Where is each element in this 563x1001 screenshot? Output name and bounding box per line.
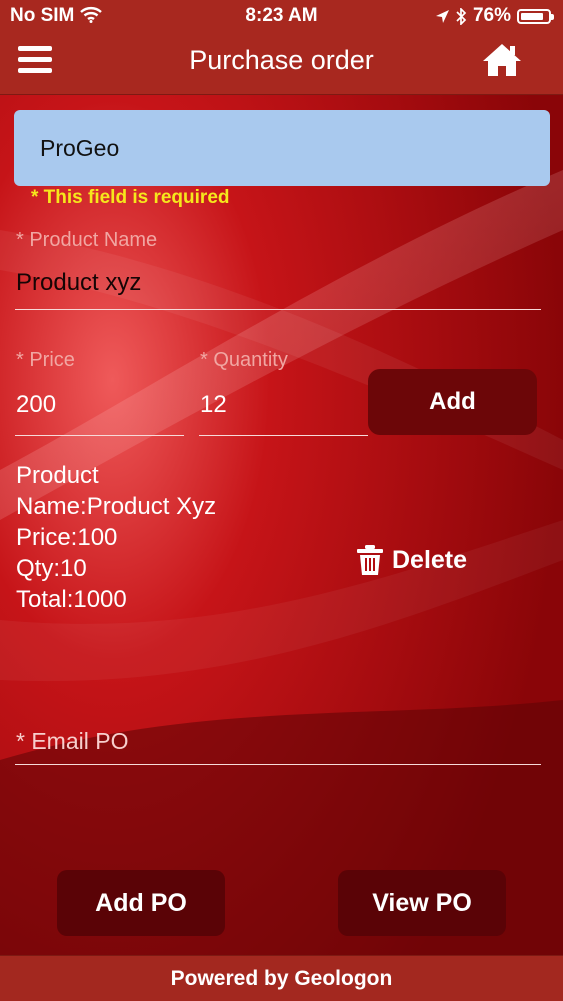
add-po-button[interactable]: Add PO [57,870,225,936]
trash-icon [357,545,383,575]
home-icon[interactable] [481,42,523,78]
product-qty-line: Qty:10 [16,555,87,582]
product-name-underline [15,309,541,310]
view-po-button[interactable]: View PO [338,870,506,936]
battery-icon [517,8,554,24]
page-title: Purchase order [189,45,374,75]
location-arrow-icon [435,9,449,23]
product-name-label: * Product Name [16,229,158,251]
quantity-label: * Quantity [200,349,288,371]
bluetooth-icon [456,7,467,25]
price-label: * Price [16,349,75,371]
email-po-field[interactable]: * Email PO [16,728,128,755]
company-field[interactable]: ProGeo [14,110,550,186]
delete-label: Delete [392,545,468,574]
required-message: * This field is required [31,187,230,208]
price-value: 200 [16,391,57,418]
footer-text: Powered by Geologon [0,955,563,1001]
quantity-underline [199,435,368,436]
delete-button[interactable]: Delete [356,544,467,576]
product-line: Product [16,462,99,489]
product-summary: Product Name:Product Xyz Price:100 Qty:1… [16,460,216,615]
battery-percentage: 76% [472,5,511,26]
email-underline [15,764,541,765]
product-price-line: Price:100 [16,524,118,551]
product-name-field[interactable]: * Product Name Product xyz [16,229,541,297]
app-header: Purchase order [0,32,563,95]
quantity-value: 12 [200,391,227,418]
product-total-line: Total:1000 [16,586,127,613]
price-field[interactable]: * Price 200 [16,349,184,419]
quantity-field[interactable]: * Quantity 12 [200,349,368,419]
product-name-line: Name:Product Xyz [16,493,217,520]
status-bar: No SIM 8:23 AM 76% [0,0,563,32]
product-name-value: Product xyz [16,269,142,296]
price-underline [15,435,184,436]
add-button[interactable]: Add [368,369,537,435]
